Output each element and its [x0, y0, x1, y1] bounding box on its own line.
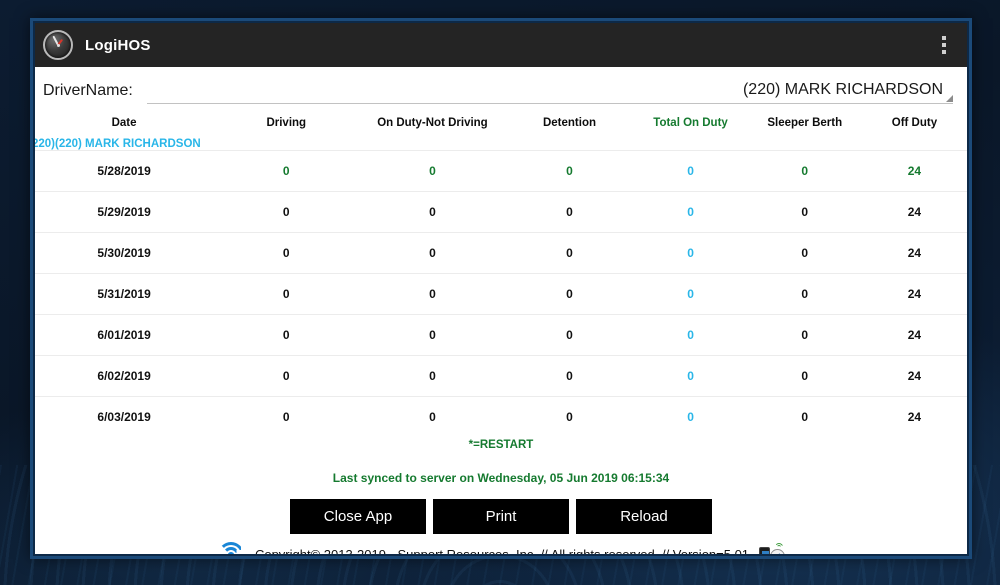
cell-driving: 0 [213, 355, 360, 397]
table-row[interactable]: 5/29/2019 0 0 0 0 0 24 [35, 191, 967, 233]
cell-total-on-duty: 0 [633, 232, 748, 274]
cell-detention: 0 [505, 150, 634, 192]
cell-off-duty: 24 [861, 232, 967, 274]
column-header-off-duty: Off Duty [891, 117, 938, 129]
table-row[interactable]: 6/03/2019 0 0 0 0 0 24 [35, 396, 967, 437]
table-row[interactable]: 5/30/2019 0 0 0 0 0 24 [35, 232, 967, 274]
cell-total-on-duty: 0 [633, 396, 748, 437]
cell-total-on-duty: 0 [633, 355, 748, 397]
print-button[interactable]: Print [433, 499, 569, 534]
cell-on-duty-not-driving: 0 [359, 396, 506, 437]
cell-date: 6/01/2019 [35, 314, 214, 356]
cell-date: 5/28/2019 [35, 150, 214, 192]
spinner-arrow-icon [946, 95, 953, 102]
cell-sleeper-berth: 0 [747, 396, 862, 437]
cell-off-duty: 24 [861, 150, 967, 192]
driver-group-label: 220)(220) MARK RICHARDSON [35, 138, 201, 150]
cell-off-duty: 24 [861, 273, 967, 315]
last-synced-note: Last synced to server on Wednesday, 05 J… [332, 471, 670, 485]
device-frame: LogiHOS DriverName: (220) MARK RICHARDSO… [30, 18, 972, 559]
cell-detention: 0 [505, 314, 634, 356]
column-header-total-on-duty: Total On Duty [653, 117, 728, 129]
driver-group-row: 220)(220) MARK RICHARDSON [35, 138, 967, 151]
app-content: DriverName: (220) MARK RICHARDSON Date D… [35, 67, 967, 554]
column-header-on-duty-not-driving: On Duty-Not Driving [377, 117, 488, 129]
table-row[interactable]: 6/02/2019 0 0 0 0 0 24 [35, 355, 967, 397]
cell-off-duty: 24 [861, 191, 967, 233]
cell-total-on-duty: 0 [633, 314, 748, 356]
cell-sleeper-berth: 0 [747, 355, 862, 397]
cell-detention: 0 [505, 191, 634, 233]
cell-total-on-duty: 0 [633, 150, 748, 192]
action-button-bar: Close App Print Reload [35, 485, 967, 534]
cell-driving: 0 [213, 150, 360, 192]
cell-detention: 0 [505, 232, 634, 274]
reload-button[interactable]: Reload [576, 499, 712, 534]
app-footer: Copyright© 2013-2019 - Support Resources… [35, 534, 967, 554]
table-body: 220)(220) MARK RICHARDSON 5/28/2019 0 0 0 0 0… [35, 138, 967, 437]
column-header-sleeper-berth: Sleeper Berth [767, 117, 843, 129]
cell-on-duty-not-driving: 0 [359, 273, 506, 315]
table-header-row: Date Driving On Duty-Not Driving Detenti… [35, 104, 967, 138]
app-titlebar: LogiHOS [35, 23, 967, 67]
wifi-icon [217, 542, 245, 554]
driver-name-value: (220) MARK RICHARDSON [742, 81, 943, 98]
table-row[interactable]: 5/31/2019 0 0 0 0 0 24 [35, 273, 967, 315]
cell-detention: 0 [505, 273, 634, 315]
app-title: LogiHOS [85, 36, 151, 54]
app-window: LogiHOS DriverName: (220) MARK RICHARDSO… [35, 23, 967, 554]
hos-summary-table: Date Driving On Duty-Not Driving Detenti… [35, 104, 967, 437]
overflow-menu-icon[interactable] [935, 32, 953, 58]
cell-sleeper-berth: 0 [747, 191, 862, 233]
column-header-date: Date [111, 117, 137, 129]
cell-sleeper-berth: 0 [747, 273, 862, 315]
cell-date: 5/31/2019 [35, 273, 214, 315]
cell-on-duty-not-driving: 0 [359, 191, 506, 233]
driver-name-label: DriverName: [43, 82, 133, 99]
driver-selector-row: DriverName: (220) MARK RICHARDSON [35, 67, 967, 104]
driver-name-spinner[interactable]: (220) MARK RICHARDSON [146, 81, 953, 104]
table-header: Date Driving On Duty-Not Driving Detenti… [35, 104, 967, 138]
clock-gauge-icon [43, 30, 73, 60]
cell-date: 5/30/2019 [35, 232, 214, 274]
cell-on-duty-not-driving: 0 [359, 232, 506, 274]
cell-sleeper-berth: 0 [747, 314, 862, 356]
cell-total-on-duty: 0 [633, 273, 748, 315]
cell-sleeper-berth: 0 [747, 150, 862, 192]
cell-total-on-duty: 0 [633, 191, 748, 233]
close-app-button[interactable]: Close App [290, 499, 426, 534]
cell-off-duty: 24 [861, 314, 967, 356]
cell-detention: 0 [505, 396, 634, 437]
cell-date: 6/03/2019 [35, 396, 214, 437]
cell-off-duty: 24 [861, 355, 967, 397]
cell-sleeper-berth: 0 [747, 232, 862, 274]
copyright-text: Copyright© 2013-2019 - Support Resources… [254, 546, 750, 555]
table-row[interactable]: 5/28/2019 0 0 0 0 0 24 [35, 150, 967, 192]
table-row[interactable]: 6/01/2019 0 0 0 0 0 24 [35, 314, 967, 356]
device-sync-icon [759, 543, 786, 554]
cell-driving: 0 [213, 191, 360, 233]
cell-detention: 0 [505, 355, 634, 397]
cell-off-duty: 24 [861, 396, 967, 437]
cell-driving: 0 [213, 232, 360, 274]
restart-legend: *=RESTART [468, 439, 534, 451]
column-header-driving: Driving [266, 117, 307, 129]
column-header-detention: Detention [542, 117, 597, 129]
cell-on-duty-not-driving: 0 [359, 355, 506, 397]
cell-on-duty-not-driving: 0 [359, 314, 506, 356]
cell-date: 6/02/2019 [35, 355, 214, 397]
cell-driving: 0 [213, 314, 360, 356]
cell-driving: 0 [213, 396, 360, 437]
cell-date: 5/29/2019 [35, 191, 214, 233]
cell-driving: 0 [213, 273, 360, 315]
cell-on-duty-not-driving: 0 [359, 150, 506, 192]
